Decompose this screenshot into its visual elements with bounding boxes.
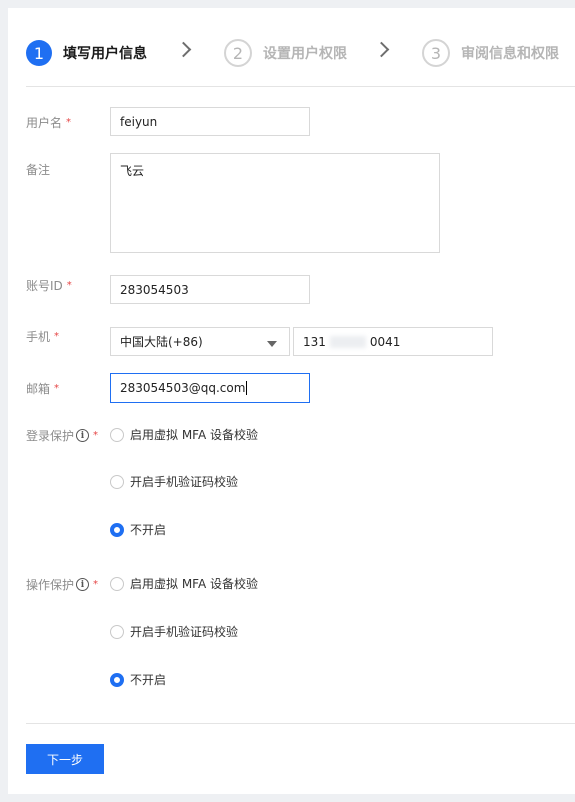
header-divider xyxy=(26,86,575,87)
operation-protection-label-text: 操作保护 xyxy=(26,578,75,592)
required-mark: * xyxy=(93,579,99,590)
step-2-label: 设置用户权限 xyxy=(263,46,347,62)
note-label: 备注 xyxy=(26,161,50,178)
step-1-label: 填写用户信息 xyxy=(63,46,147,62)
login-option-off-label: 不开启 xyxy=(130,523,167,537)
create-user-card: 1 填写用户信息 2 设置用户权限 3 审阅信息和权限 用户名 * feiyun … xyxy=(8,8,575,794)
account-id-label: 账号ID * xyxy=(26,277,72,294)
step-3-number: 3 xyxy=(422,39,450,67)
login-option-mfa[interactable]: 启用虚拟 MFA 设备校验 xyxy=(110,426,258,443)
username-label: 用户名 * xyxy=(26,114,71,131)
phone-prefix: 131 xyxy=(303,334,326,349)
next-step-button[interactable]: 下一步 xyxy=(26,744,104,774)
phone-label-text: 手机 xyxy=(26,330,51,344)
username-value: feiyun xyxy=(120,114,158,129)
required-mark: * xyxy=(66,280,72,291)
login-protection-label: 登录保护 i * xyxy=(26,427,98,444)
radio-icon xyxy=(110,427,124,442)
operation-option-sms[interactable]: 开启手机验证码校验 xyxy=(110,623,238,640)
note-value: 飞云 xyxy=(120,164,145,178)
chevron-right-icon xyxy=(373,41,390,58)
note-label-text: 备注 xyxy=(26,163,51,177)
phone-suffix: 0041 xyxy=(369,334,401,349)
required-mark: * xyxy=(93,430,99,441)
account-id-input[interactable]: 283054503 xyxy=(110,275,310,304)
operation-option-mfa[interactable]: 启用虚拟 MFA 设备校验 xyxy=(110,575,258,592)
account-id-value: 283054503 xyxy=(120,282,189,297)
info-icon[interactable]: i xyxy=(76,578,90,591)
step-1: 1 填写用户信息 xyxy=(26,38,147,68)
login-option-mfa-label: 启用虚拟 MFA 设备校验 xyxy=(130,428,258,442)
radio-checked-icon xyxy=(110,672,124,687)
required-mark: * xyxy=(66,117,72,128)
login-protection-label-text: 登录保护 xyxy=(26,429,75,443)
step-3: 3 审阅信息和权限 xyxy=(422,38,559,68)
operation-option-sms-label: 开启手机验证码校验 xyxy=(130,625,239,639)
email-value: 283054503@qq.com xyxy=(120,381,246,395)
caret-down-icon xyxy=(267,341,277,347)
operation-option-mfa-label: 启用虚拟 MFA 设备校验 xyxy=(130,577,258,591)
note-textarea[interactable]: 飞云 xyxy=(110,153,440,253)
email-label: 邮箱 * xyxy=(26,380,59,397)
required-mark: * xyxy=(54,331,60,342)
login-option-sms-label: 开启手机验证码校验 xyxy=(130,475,239,489)
operation-option-off-label: 不开启 xyxy=(130,673,167,687)
radio-checked-icon xyxy=(110,522,124,537)
step-2: 2 设置用户权限 xyxy=(224,38,347,68)
step-3-label: 审阅信息和权限 xyxy=(461,46,559,62)
required-mark: * xyxy=(54,383,60,394)
username-label-text: 用户名 xyxy=(26,116,63,130)
footer-divider xyxy=(26,723,575,724)
email-input[interactable]: 283054503@qq.com xyxy=(110,373,310,403)
step-2-number: 2 xyxy=(224,39,252,67)
email-label-text: 邮箱 xyxy=(26,382,51,396)
phone-input[interactable]: 131 0041 xyxy=(293,327,493,356)
login-option-off[interactable]: 不开启 xyxy=(110,521,166,538)
redacted-digits xyxy=(329,335,366,348)
step-1-number: 1 xyxy=(26,40,52,66)
account-id-label-text: 账号ID xyxy=(26,279,63,293)
login-option-sms[interactable]: 开启手机验证码校验 xyxy=(110,473,238,490)
phone-label: 手机 * xyxy=(26,328,59,345)
radio-icon xyxy=(110,576,124,591)
info-icon[interactable]: i xyxy=(76,429,90,442)
chevron-right-icon xyxy=(175,41,192,58)
radio-icon xyxy=(110,474,124,489)
country-code-select[interactable]: 中国大陆(+86) xyxy=(110,327,290,356)
operation-protection-label: 操作保护 i * xyxy=(26,576,98,593)
username-input[interactable]: feiyun xyxy=(110,107,310,136)
operation-option-off[interactable]: 不开启 xyxy=(110,671,166,688)
country-code-value: 中国大陆(+86) xyxy=(120,335,203,349)
text-cursor xyxy=(246,381,248,395)
step-indicator: 1 填写用户信息 2 设置用户权限 3 审阅信息和权限 xyxy=(8,8,575,86)
radio-icon xyxy=(110,624,124,639)
